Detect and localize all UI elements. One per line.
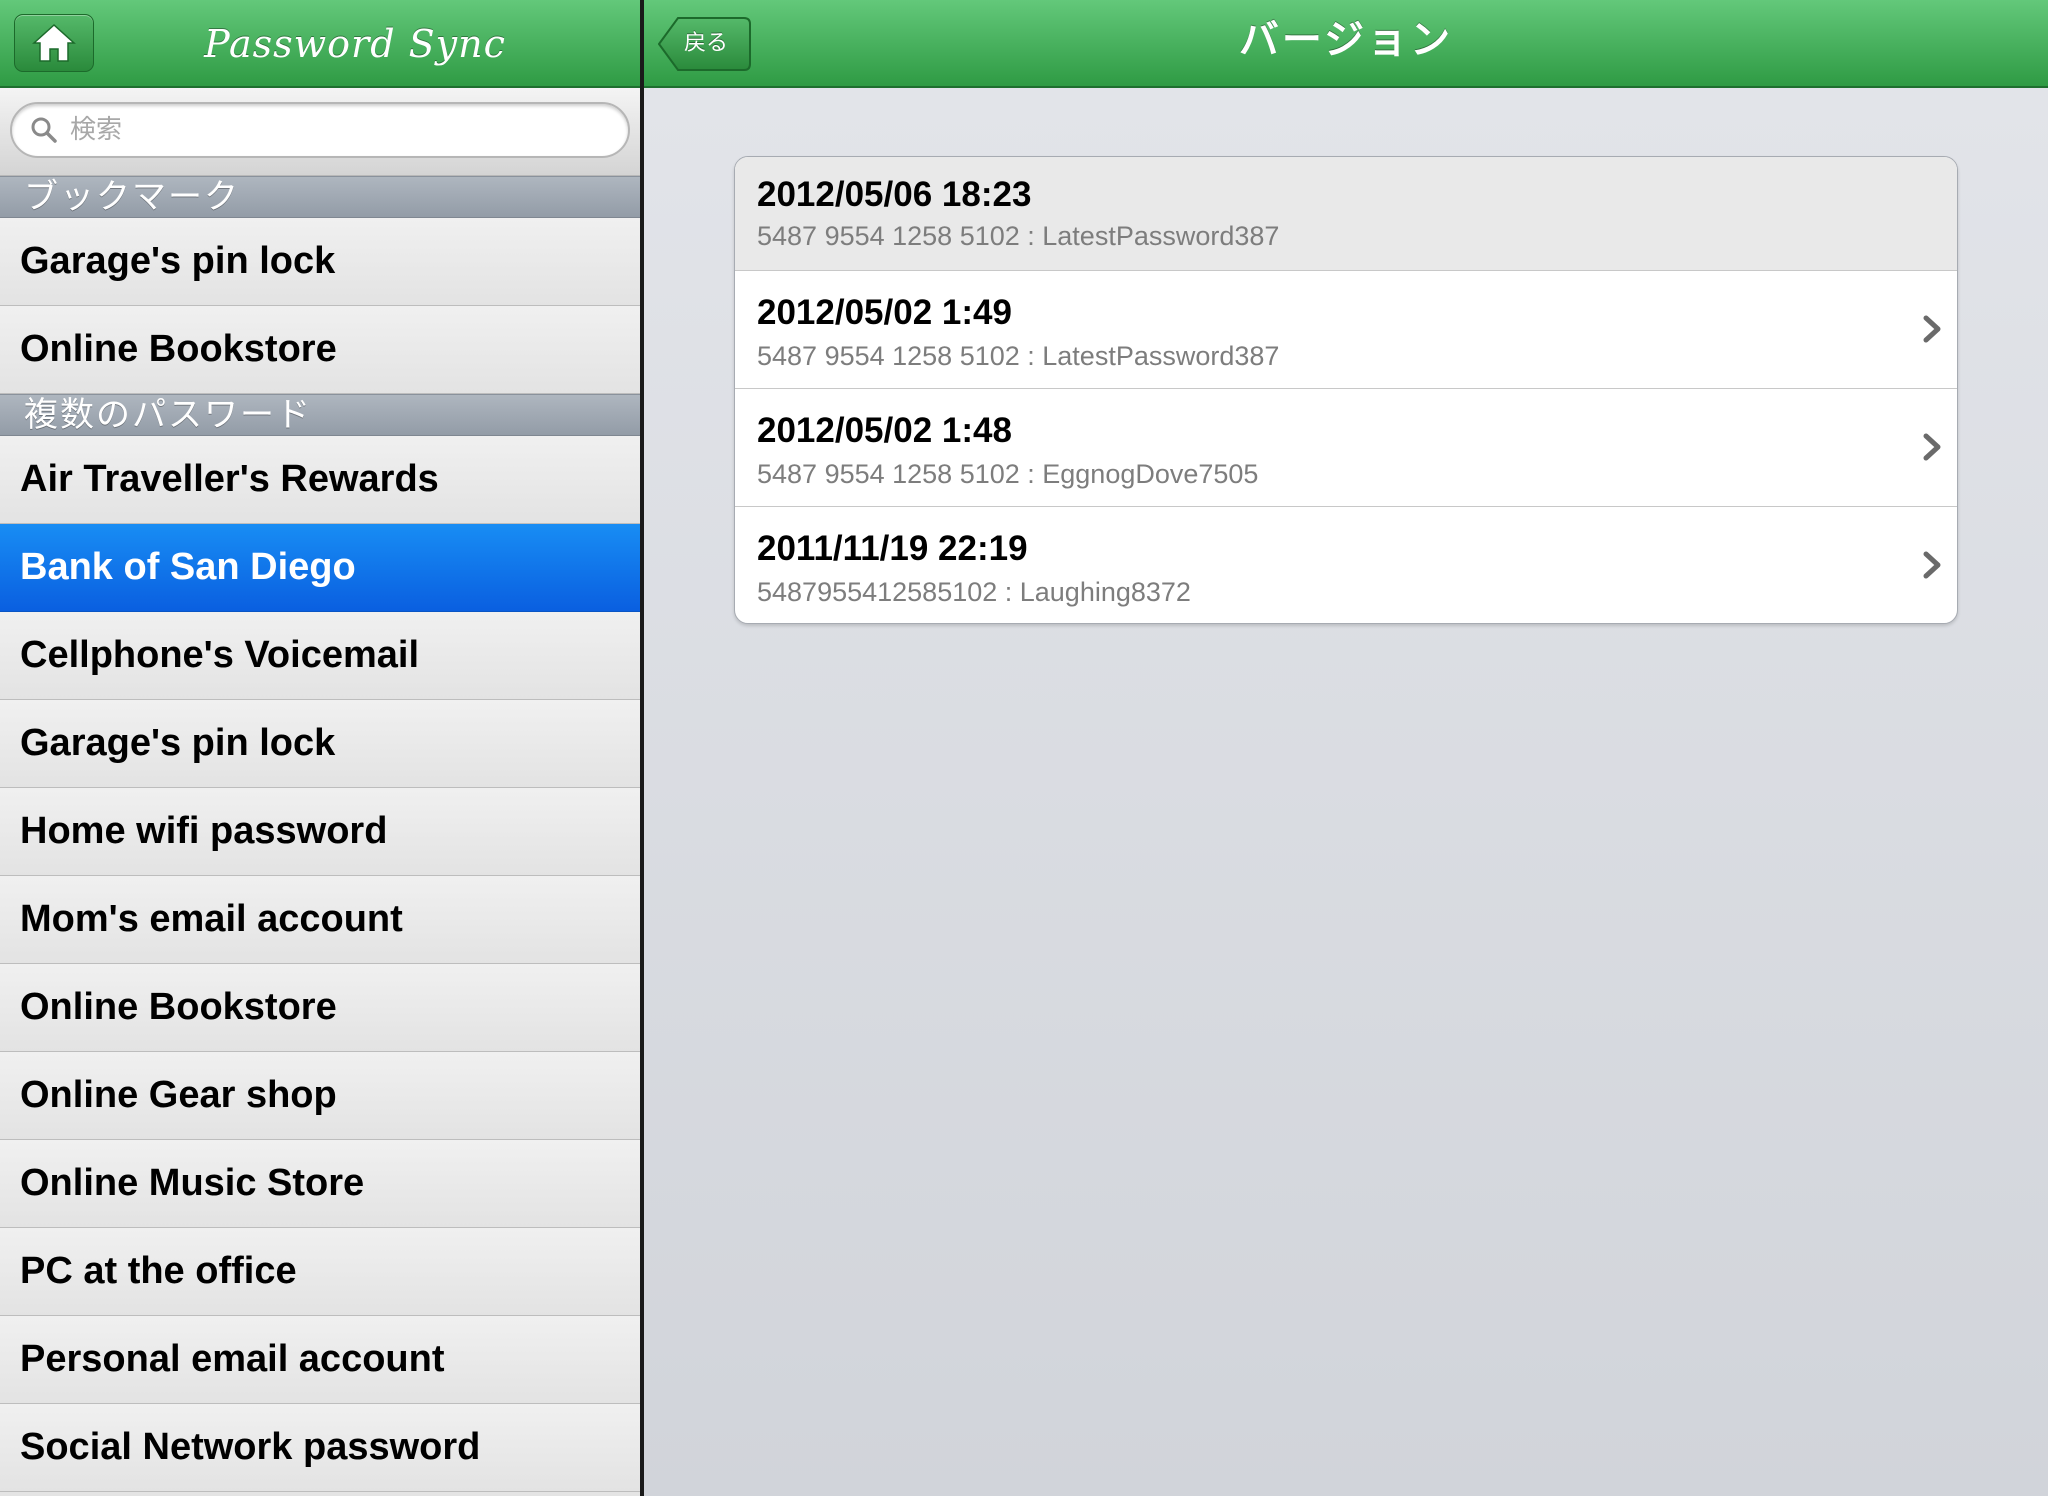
list-item[interactable]: Garage's pin lock bbox=[0, 218, 640, 306]
list-item[interactable]: Garage's pin lock bbox=[0, 700, 640, 788]
chevron-right-icon bbox=[1923, 551, 1941, 579]
list-item[interactable]: Online Bookstore bbox=[0, 964, 640, 1052]
version-row[interactable]: 2012/05/02 1:49 5487 9554 1258 5102 : La… bbox=[735, 271, 1957, 389]
search-bar bbox=[0, 88, 640, 176]
list-item[interactable]: Mom's email account bbox=[0, 876, 640, 964]
search-icon bbox=[31, 117, 57, 143]
chevron-right-icon bbox=[1923, 433, 1941, 461]
version-row-current: 2012/05/06 18:23 5487 9554 1258 5102 : L… bbox=[735, 157, 1957, 271]
version-detail: 5487955412585102 : Laughing8372 bbox=[757, 577, 1191, 607]
app-title: Password Sync bbox=[204, 22, 506, 66]
home-icon bbox=[32, 23, 76, 62]
list-item[interactable]: Social Network password bbox=[0, 1404, 640, 1492]
home-button[interactable] bbox=[14, 14, 94, 72]
section-header-bookmarks: ブックマーク bbox=[0, 176, 640, 218]
list-item[interactable]: Air Traveller's Rewards bbox=[0, 436, 640, 524]
version-row[interactable]: 2012/05/02 1:48 5487 9554 1258 5102 : Eg… bbox=[735, 389, 1957, 507]
list-item-selected[interactable]: Bank of San Diego bbox=[0, 524, 640, 612]
search-input[interactable] bbox=[70, 115, 590, 145]
version-list: 2012/05/06 18:23 5487 9554 1258 5102 : L… bbox=[734, 156, 1958, 624]
list-item[interactable]: Cellphone's Voicemail bbox=[0, 612, 640, 700]
list-item[interactable]: Online Gear shop bbox=[0, 1052, 640, 1140]
sidebar-navbar: Password Sync bbox=[0, 0, 640, 88]
page-title: バージョン bbox=[1238, 17, 1454, 63]
sidebar: Password Sync ブックマーク Garage's pin lock O… bbox=[0, 0, 640, 1496]
detail-pane: 戻る バージョン 2012/05/06 18:23 5487 9554 1258… bbox=[644, 0, 2048, 1496]
version-detail: 5487 9554 1258 5102 : EggnogDove7505 bbox=[757, 459, 1259, 489]
version-date: 2012/05/02 1:48 bbox=[757, 411, 1012, 450]
list-item[interactable]: Personal email account bbox=[0, 1316, 640, 1404]
version-detail: 5487 9554 1258 5102 : LatestPassword387 bbox=[757, 221, 1280, 251]
list-item[interactable]: Home wifi password bbox=[0, 788, 640, 876]
search-field[interactable] bbox=[10, 102, 630, 158]
version-date: 2012/05/02 1:49 bbox=[757, 293, 1012, 332]
version-detail: 5487 9554 1258 5102 : LatestPassword387 bbox=[757, 341, 1280, 371]
list-item[interactable]: Online Music Store bbox=[0, 1140, 640, 1228]
section-header-multiple-passwords: 複数のパスワード bbox=[0, 394, 640, 436]
version-date: 2011/11/19 22:19 bbox=[757, 529, 1028, 568]
version-date: 2012/05/06 18:23 bbox=[757, 175, 1032, 214]
version-row[interactable]: 2011/11/19 22:19 5487955412585102 : Laug… bbox=[735, 507, 1957, 623]
list-item[interactable]: PC at the office bbox=[0, 1228, 640, 1316]
list-item[interactable]: Online Bookstore bbox=[0, 306, 640, 394]
chevron-right-icon bbox=[1923, 315, 1941, 343]
detail-navbar: 戻る バージョン bbox=[644, 0, 2048, 88]
